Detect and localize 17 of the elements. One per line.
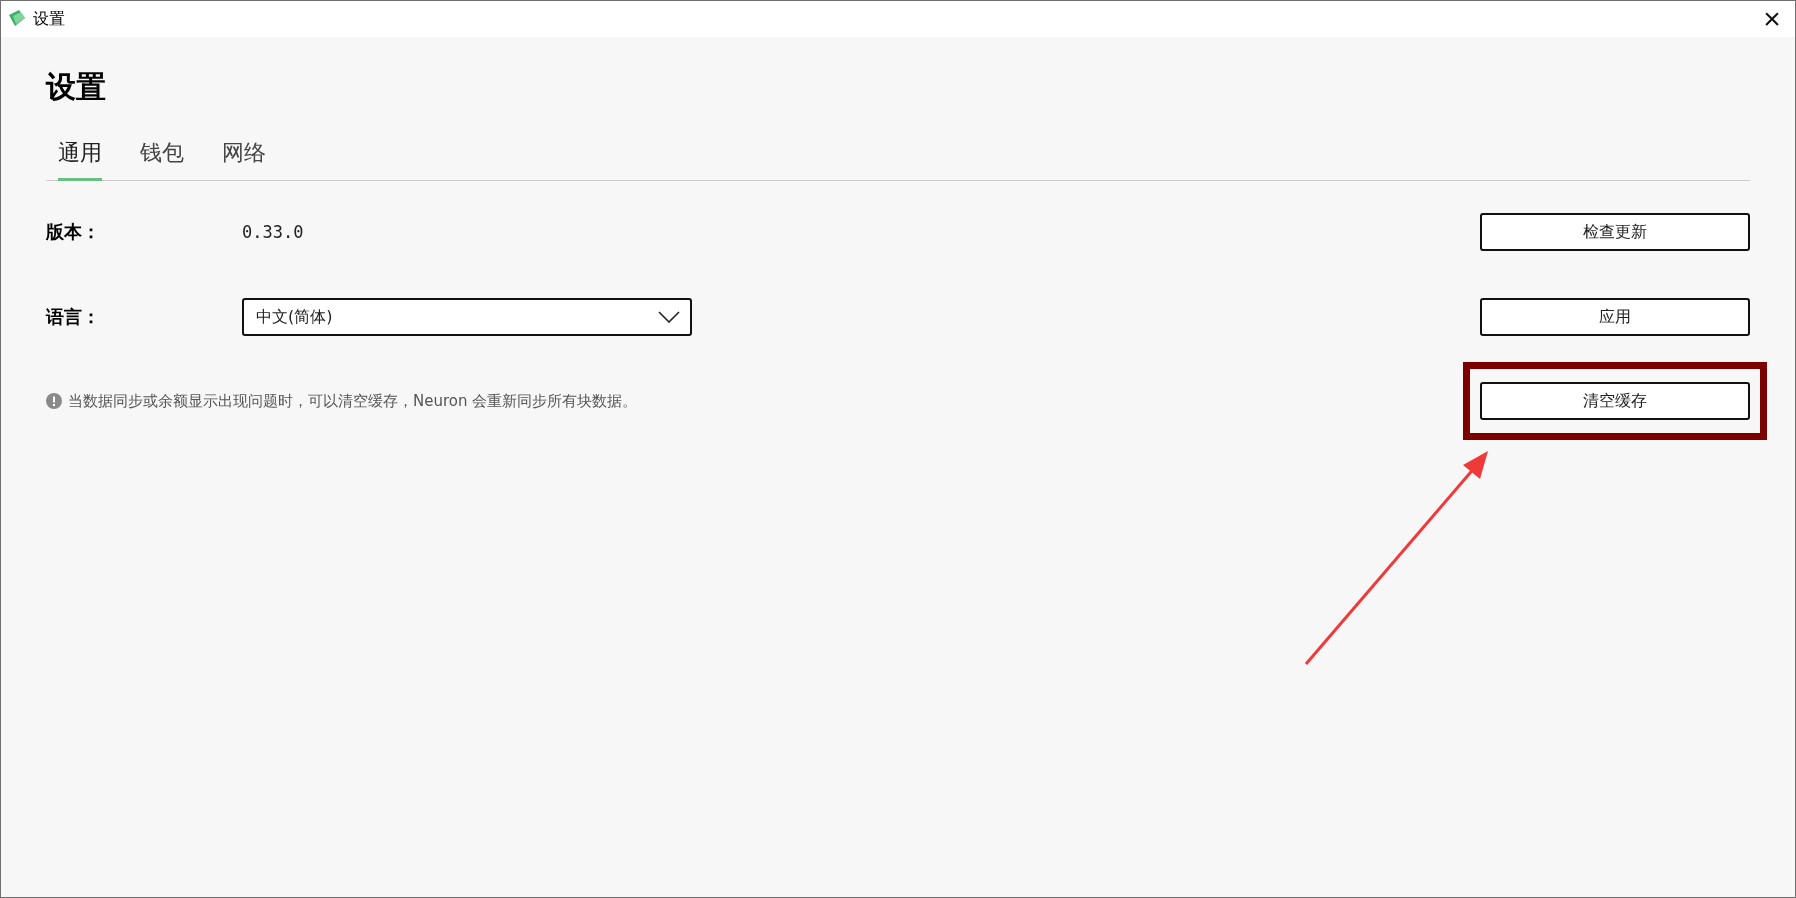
info-icon <box>46 393 62 409</box>
window-title: 设置 <box>33 8 66 30</box>
clear-cache-button[interactable]: 清空缓存 <box>1480 382 1750 420</box>
field-label: 版本： <box>46 220 101 244</box>
language-select[interactable]: 中文(简体) <box>242 298 692 336</box>
field-label: 语言： <box>46 305 101 329</box>
apply-button[interactable]: 应用 <box>1480 298 1750 336</box>
wallet-logo-icon <box>7 9 27 29</box>
tab[interactable]: 网络 <box>222 134 266 181</box>
page-heading: 设置 <box>46 68 107 106</box>
tab[interactable]: 钱包 <box>140 134 184 181</box>
chevron-down-icon <box>658 311 680 323</box>
check-update-button[interactable]: 检查更新 <box>1480 213 1750 251</box>
hint-text: 当数据同步或余额显示出现问题时，可以清空缓存，Neuron 会重新同步所有块数据。 <box>68 391 638 411</box>
tab[interactable]: 通用 <box>58 134 102 181</box>
version-value: 0.33.0 <box>242 222 305 242</box>
close-button[interactable]: × <box>1749 1 1795 37</box>
